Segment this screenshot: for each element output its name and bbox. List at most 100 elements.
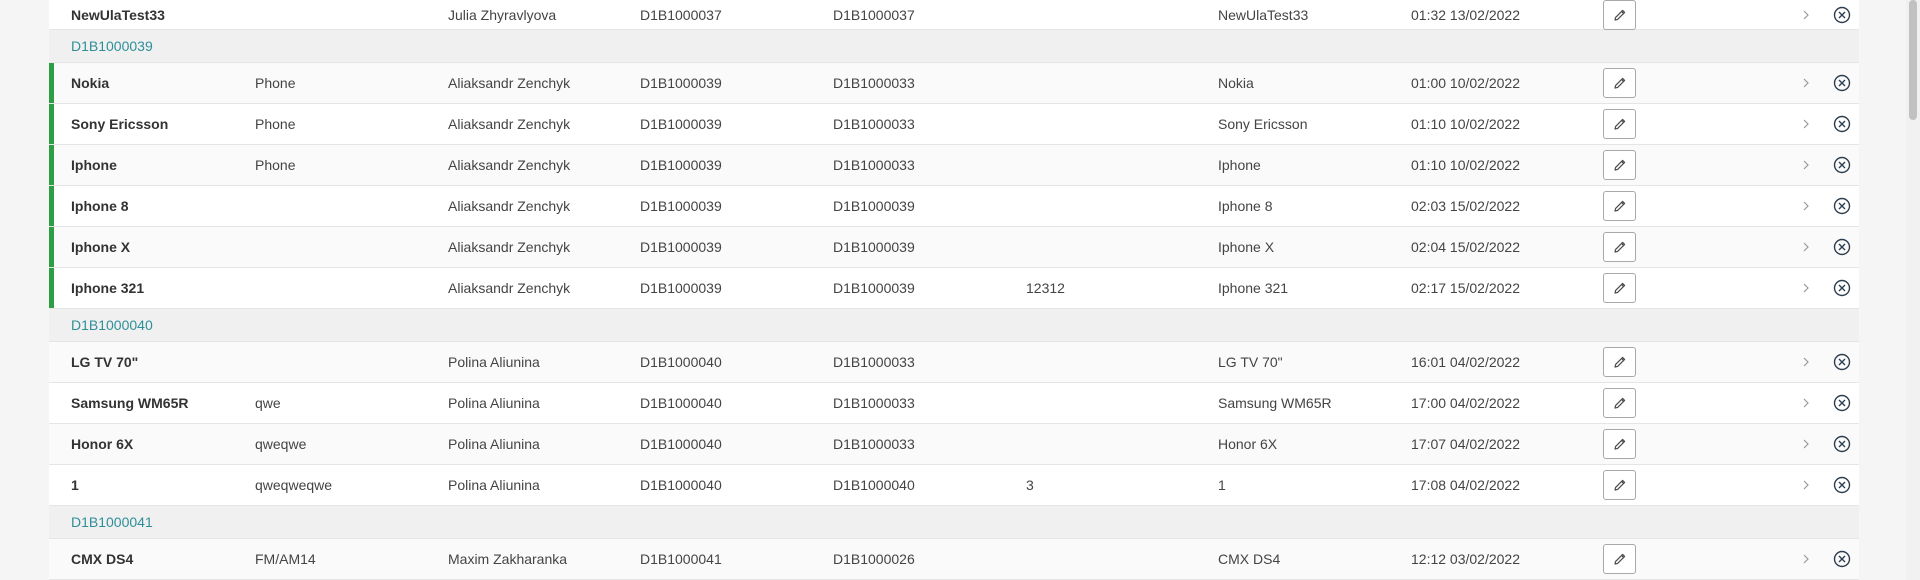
pencil-icon (1613, 118, 1625, 130)
chevron-right-icon[interactable] (1799, 158, 1813, 172)
table-row[interactable]: Iphone Phone Aliaksandr Zenchyk D1B10000… (49, 145, 1859, 186)
chevron-right-icon[interactable] (1799, 478, 1813, 492)
parent-id: D1B1000039 (833, 198, 915, 214)
close-circle-icon[interactable] (1832, 475, 1852, 495)
chevron-right-icon[interactable] (1799, 240, 1813, 254)
close-circle-icon[interactable] (1832, 5, 1852, 25)
parent-id: D1B1000033 (833, 436, 915, 452)
table-row[interactable]: Iphone 8 Aliaksandr Zenchyk D1B1000039 D… (49, 186, 1859, 227)
owner-name: Aliaksandr Zenchyk (448, 157, 571, 173)
device-name: CMX DS4 (71, 551, 134, 567)
timestamp: 01:32 13/02/2022 (1411, 6, 1520, 23)
timestamp: 02:03 15/02/2022 (1411, 198, 1520, 214)
group-header-row: D1B1000041 (49, 506, 1859, 539)
owner-name: Aliaksandr Zenchyk (448, 75, 571, 91)
group-label[interactable]: D1B1000040 (71, 317, 153, 333)
chevron-right-icon[interactable] (1799, 437, 1813, 451)
device-name: Iphone X (71, 239, 131, 255)
location-id: D1B1000039 (640, 116, 722, 132)
device-type: Phone (255, 157, 296, 173)
table-row[interactable]: LG TV 70" Polina Aliunina D1B1000040 D1B… (49, 342, 1859, 383)
edit-button[interactable] (1603, 388, 1636, 418)
chevron-right-icon[interactable] (1799, 76, 1813, 90)
table-row[interactable]: Honor 6X qweqwe Polina Aliunina D1B10000… (49, 424, 1859, 465)
edit-button[interactable] (1603, 544, 1636, 574)
close-circle-icon[interactable] (1832, 237, 1852, 257)
pencil-icon (1613, 159, 1625, 171)
table-row[interactable]: Nokia Phone Aliaksandr Zenchyk D1B100003… (49, 63, 1859, 104)
device-alias: 1 (1218, 477, 1226, 493)
table-row[interactable]: Iphone 321 Aliaksandr Zenchyk D1B1000039… (49, 268, 1859, 309)
timestamp: 01:00 10/02/2022 (1411, 75, 1520, 91)
device-alias: Nokia (1218, 75, 1254, 91)
device-alias: Iphone X (1218, 239, 1275, 255)
table-row[interactable]: CMX DS4 FM/AM14 Maxim Zakharanka D1B1000… (49, 539, 1859, 580)
edit-button[interactable] (1603, 191, 1636, 221)
table-row[interactable]: Samsung WM65R qwe Polina Aliunina D1B100… (49, 383, 1859, 424)
group-label[interactable]: D1B1000041 (71, 514, 153, 530)
pencil-icon (1613, 77, 1625, 89)
chevron-right-icon[interactable] (1799, 281, 1813, 295)
chevron-right-icon[interactable] (1799, 199, 1813, 213)
group-label[interactable]: D1B1000039 (71, 38, 153, 54)
parent-id: D1B1000033 (833, 157, 915, 173)
vertical-scrollbar[interactable] (1906, 0, 1920, 580)
pencil-icon (1613, 438, 1625, 450)
owner-name: Aliaksandr Zenchyk (448, 239, 571, 255)
close-circle-icon[interactable] (1832, 196, 1852, 216)
owner-name: Polina Aliunina (448, 395, 540, 411)
device-name: Iphone 8 (71, 198, 129, 214)
pencil-icon (1613, 241, 1625, 253)
chevron-right-icon[interactable] (1799, 8, 1813, 22)
serial-number: 3 (1026, 477, 1034, 493)
timestamp: 12:12 03/02/2022 (1411, 551, 1520, 567)
device-alias: CMX DS4 (1218, 551, 1281, 567)
edit-button[interactable] (1603, 109, 1636, 139)
device-alias: Samsung WM65R (1218, 395, 1332, 411)
close-circle-icon[interactable] (1832, 393, 1852, 413)
device-type: qweqweqwe (255, 477, 333, 493)
edit-button[interactable] (1603, 470, 1636, 500)
pencil-icon (1613, 397, 1625, 409)
edit-button[interactable] (1603, 347, 1636, 377)
chevron-right-icon[interactable] (1799, 552, 1813, 566)
edit-button[interactable] (1603, 150, 1636, 180)
edit-button[interactable] (1603, 429, 1636, 459)
edit-button[interactable] (1603, 232, 1636, 262)
parent-id: D1B1000040 (833, 477, 915, 493)
location-id: D1B1000040 (640, 354, 722, 370)
close-circle-icon[interactable] (1832, 278, 1852, 298)
device-alias: Iphone (1218, 157, 1261, 173)
location-id: D1B1000039 (640, 280, 722, 296)
chevron-right-icon[interactable] (1799, 396, 1813, 410)
close-circle-icon[interactable] (1832, 434, 1852, 454)
location-id: D1B1000039 (640, 157, 722, 173)
pencil-icon (1613, 479, 1625, 491)
close-circle-icon[interactable] (1832, 549, 1852, 569)
device-alias: Sony Ericsson (1218, 116, 1308, 132)
parent-id: D1B1000033 (833, 395, 915, 411)
chevron-right-icon[interactable] (1799, 117, 1813, 131)
table-row[interactable]: Sony Ericsson Phone Aliaksandr Zenchyk D… (49, 104, 1859, 145)
device-name: Sony Ericsson (71, 116, 169, 132)
close-circle-icon[interactable] (1832, 73, 1852, 93)
close-circle-icon[interactable] (1832, 352, 1852, 372)
close-circle-icon[interactable] (1832, 114, 1852, 134)
device-type: qwe (255, 395, 281, 411)
owner-name: Aliaksandr Zenchyk (448, 116, 571, 132)
table-row[interactable]: NewUlaTest33 Julia Zhyravlyova D1B100003… (49, 0, 1859, 30)
edit-button[interactable] (1603, 68, 1636, 98)
devices-table: NewUlaTest33 Julia Zhyravlyova D1B100003… (49, 0, 1859, 580)
owner-name: Julia Zhyravlyova (448, 6, 557, 23)
edit-button[interactable] (1603, 273, 1636, 303)
table-row[interactable]: 1 qweqweqwe Polina Aliunina D1B1000040 D… (49, 465, 1859, 506)
owner-name: Polina Aliunina (448, 436, 540, 452)
parent-id: D1B1000039 (833, 280, 915, 296)
chevron-right-icon[interactable] (1799, 355, 1813, 369)
scrollbar-thumb[interactable] (1909, 0, 1917, 120)
table-row[interactable]: Iphone X Aliaksandr Zenchyk D1B1000039 D… (49, 227, 1859, 268)
edit-button[interactable] (1603, 0, 1636, 30)
location-id: D1B1000040 (640, 436, 722, 452)
close-circle-icon[interactable] (1832, 155, 1852, 175)
device-name: Honor 6X (71, 436, 134, 452)
